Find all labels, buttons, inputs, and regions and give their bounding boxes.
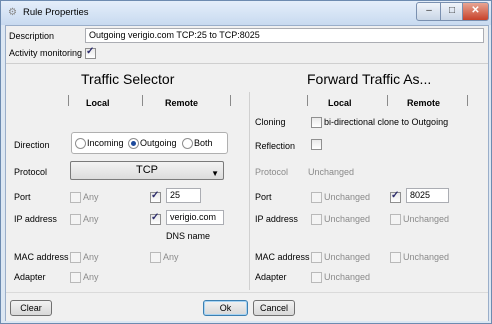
forward-protocol-label: Protocol	[255, 167, 289, 177]
traffic-remote-header: Remote	[165, 98, 199, 108]
column-separator	[68, 95, 69, 106]
maximize-button[interactable]: □	[440, 2, 464, 21]
forward-remote-header: Remote	[407, 98, 441, 108]
port-local-any-checkbox[interactable]	[70, 192, 81, 203]
port-remote-input[interactable]: 25	[166, 188, 201, 203]
gear-icon: ⚙	[8, 7, 17, 18]
forward-traffic-title: Forward Traffic As...	[307, 71, 432, 87]
forward-mac-remote-label: Unchanged	[403, 252, 450, 262]
ip-remote-hint: DNS name	[166, 231, 211, 241]
activity-monitoring-label: Activity monitoring	[9, 48, 83, 58]
forward-local-header: Local	[328, 98, 352, 108]
direction-outgoing-radio[interactable]	[128, 138, 139, 149]
ip-address-label: IP address	[14, 214, 57, 224]
forward-port-local-checkbox[interactable]	[311, 192, 322, 203]
forward-adapter-local-checkbox[interactable]	[311, 272, 322, 283]
direction-outgoing-label: Outgoing	[140, 138, 177, 148]
mac-address-label: MAC address	[14, 252, 69, 262]
mac-local-any-checkbox[interactable]	[70, 252, 81, 263]
column-separator	[142, 95, 143, 106]
traffic-local-header: Local	[86, 98, 110, 108]
traffic-selector-title: Traffic Selector	[81, 71, 175, 87]
reflection-checkbox[interactable]	[311, 139, 322, 150]
protocol-dropdown[interactable]: TCP ▼	[70, 161, 224, 180]
forward-mac-local-checkbox[interactable]	[311, 252, 322, 263]
mac-remote-any-label: Any	[163, 252, 179, 262]
adapter-label: Adapter	[14, 272, 46, 282]
column-separator	[467, 95, 468, 106]
close-icon: ✕	[471, 5, 480, 16]
port-remote-checkbox[interactable]	[150, 190, 161, 203]
divider	[6, 63, 488, 64]
minimize-icon: –	[426, 5, 432, 16]
forward-adapter-local-label: Unchanged	[324, 272, 371, 282]
ok-button[interactable]: Ok	[203, 300, 248, 316]
direction-both-label: Both	[194, 138, 213, 148]
forward-port-remote-checkbox[interactable]	[390, 190, 401, 203]
activity-monitoring-checkbox[interactable]	[85, 46, 96, 59]
direction-incoming-label: Incoming	[87, 138, 124, 148]
dialog-body: Description Outgoing verigio.com TCP:25 …	[5, 25, 489, 321]
description-label: Description	[9, 31, 55, 41]
adapter-local-any-checkbox[interactable]	[70, 272, 81, 283]
protocol-label: Protocol	[14, 167, 48, 177]
port-label: Port	[14, 192, 31, 202]
forward-mac-label: MAC address	[255, 252, 310, 262]
forward-protocol-value: Unchanged	[308, 167, 355, 177]
clear-button[interactable]: Clear	[10, 300, 52, 316]
direction-radio-group: Incoming Outgoing Both	[71, 132, 228, 154]
title-bar[interactable]: ⚙ Rule Properties – □ ✕	[1, 1, 491, 25]
cloning-checkbox[interactable]	[311, 117, 322, 128]
forward-mac-remote-checkbox[interactable]	[390, 252, 401, 263]
section-divider	[249, 92, 250, 290]
direction-label: Direction	[14, 140, 50, 150]
ip-local-any-checkbox[interactable]	[70, 214, 81, 225]
column-separator	[307, 95, 308, 106]
ip-local-any-label: Any	[83, 214, 99, 224]
adapter-local-any-label: Any	[83, 272, 99, 282]
maximize-icon: □	[448, 5, 456, 16]
description-input[interactable]: Outgoing verigio.com TCP:25 to TCP:8025	[85, 28, 484, 43]
ip-remote-checkbox[interactable]	[150, 212, 161, 225]
direction-both-radio[interactable]	[182, 138, 193, 149]
cloning-label: Cloning	[255, 117, 286, 127]
mac-remote-any-checkbox[interactable]	[150, 252, 161, 263]
forward-port-remote-input[interactable]: 8025	[406, 188, 449, 203]
forward-ip-remote-checkbox[interactable]	[390, 214, 401, 225]
forward-ip-local-label: Unchanged	[324, 214, 371, 224]
column-separator	[387, 95, 388, 106]
cloning-option-label: bi-directional clone to Outgoing	[324, 117, 449, 127]
minimize-button[interactable]: –	[416, 2, 442, 21]
column-separator	[230, 95, 231, 106]
close-button[interactable]: ✕	[462, 2, 489, 21]
rule-properties-window: ⚙ Rule Properties – □ ✕ Description Outg…	[0, 0, 492, 324]
reflection-label: Reflection	[255, 141, 296, 151]
chevron-down-icon: ▼	[211, 169, 219, 178]
ip-remote-input[interactable]: verigio.com	[166, 210, 224, 225]
forward-port-local-label: Unchanged	[324, 192, 371, 202]
forward-mac-local-label: Unchanged	[324, 252, 371, 262]
forward-port-label: Port	[255, 192, 272, 202]
mac-local-any-label: Any	[83, 252, 99, 262]
forward-adapter-label: Adapter	[255, 272, 287, 282]
forward-ip-remote-label: Unchanged	[403, 214, 450, 224]
forward-ip-local-checkbox[interactable]	[311, 214, 322, 225]
button-bar: Clear Ok Cancel	[6, 292, 488, 321]
port-local-any-label: Any	[83, 192, 99, 202]
cancel-button[interactable]: Cancel	[253, 300, 295, 316]
window-title: Rule Properties	[23, 7, 89, 18]
direction-incoming-radio[interactable]	[75, 138, 86, 149]
protocol-value: TCP	[136, 164, 158, 176]
forward-ip-label: IP address	[255, 214, 298, 224]
